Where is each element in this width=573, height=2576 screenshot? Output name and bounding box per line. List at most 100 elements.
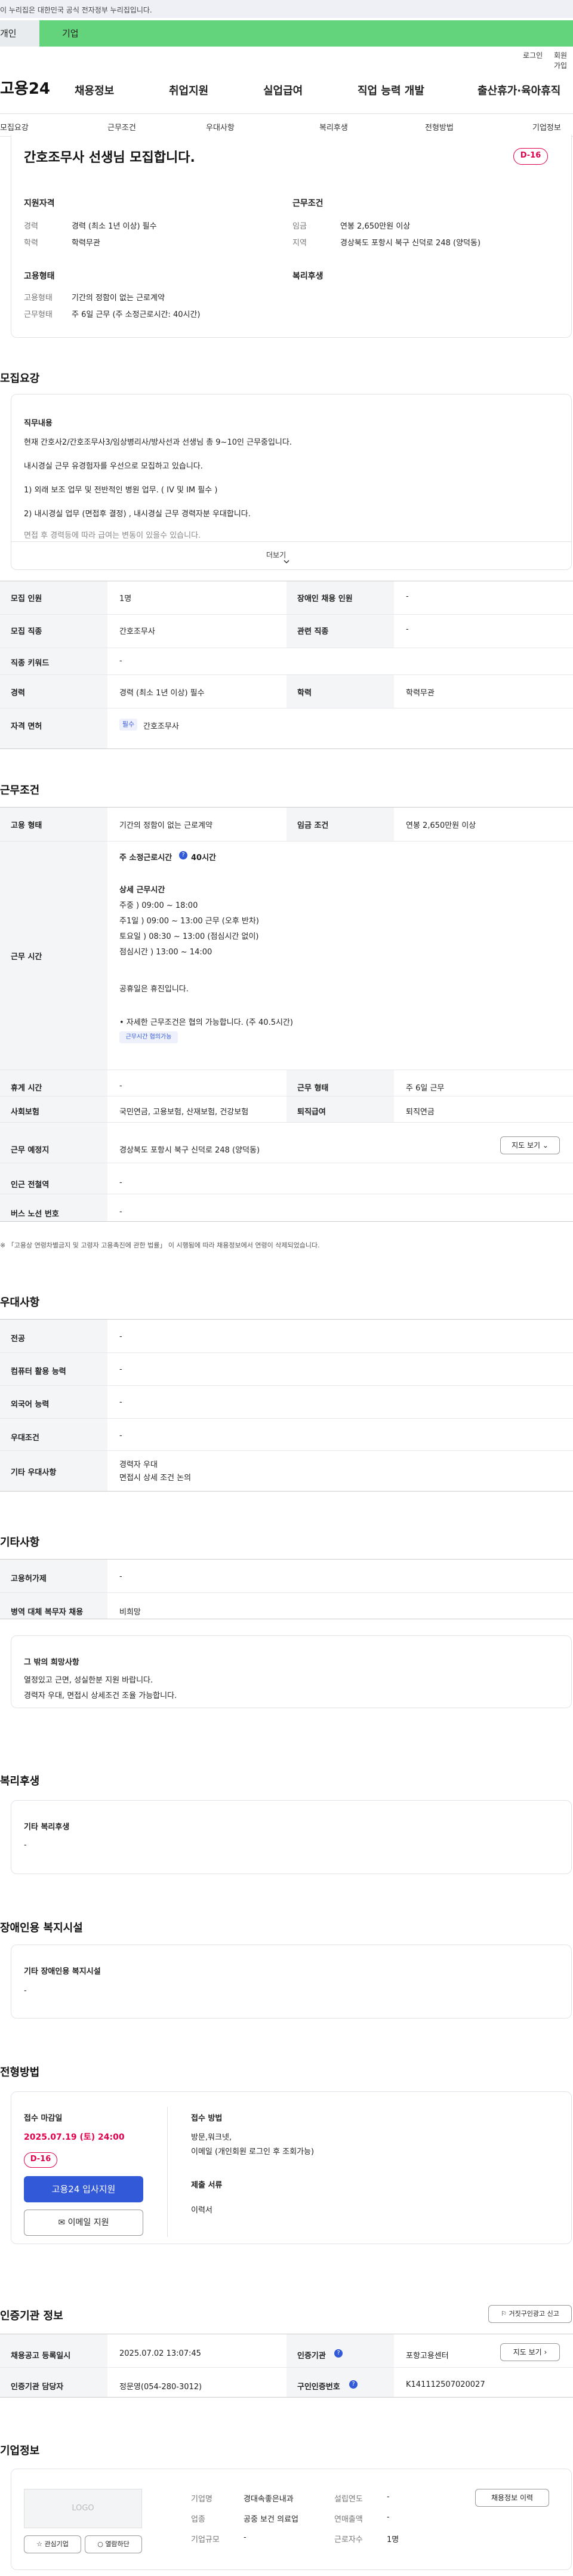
map-button[interactable]: 지도 보기 ⌄ xyxy=(500,1136,560,1154)
anchor-company[interactable]: 기업정보 xyxy=(532,121,561,133)
info-icon[interactable]: ? xyxy=(334,2349,343,2358)
section-conditions-title: 근무조건 xyxy=(0,784,40,797)
cond-value: 경상북도 포항시 북구 신덕로 248 (양덕동) xyxy=(340,239,481,248)
favorite-label: 관심기업 xyxy=(44,2540,69,2548)
welfare-card xyxy=(11,1800,572,1874)
company-value: - xyxy=(387,2492,390,2501)
gnb-item-employment-support[interactable]: 취업지원 xyxy=(169,82,208,98)
row-value: - xyxy=(119,1178,122,1187)
anchor-recruit[interactable]: 모집요강 xyxy=(0,121,29,133)
detail-hours-title: 상세 근무시간 xyxy=(119,886,165,895)
anchor-welfare[interactable]: 복리후생 xyxy=(319,121,348,133)
gnb-item-parental-leave[interactable]: 출산휴가·육아휴직 xyxy=(478,82,560,98)
gnb-item-vocational-training[interactable]: 직업 능력 개발 xyxy=(358,82,424,98)
row-value: 기간의 정함이 없는 근로계약 xyxy=(119,821,212,830)
row-label: 근무 시간 xyxy=(11,953,42,962)
table-label-col xyxy=(0,808,107,1124)
follow-button[interactable]: ○ 열람하단 xyxy=(85,2535,142,2553)
row-value: 학력무관 xyxy=(406,689,435,698)
divider xyxy=(0,2397,573,2398)
info-icon[interactable]: ? xyxy=(349,2380,358,2389)
anchor-prefer[interactable]: 우대사항 xyxy=(206,121,235,133)
row-label: 자격 면허 xyxy=(11,722,42,731)
wish-line: 열정있고 근면, 성실한분 지원 바랍니다. xyxy=(24,1676,153,1685)
email-apply-button[interactable]: ✉ 이메일 지원 xyxy=(24,2210,143,2236)
row-label: 경력 xyxy=(11,689,25,698)
row-value: 비희망 xyxy=(119,1608,141,1617)
gnb-item-jobs[interactable]: 채용정보 xyxy=(75,82,114,98)
row-label: 임금 조건 xyxy=(297,821,329,830)
row-label: 컴퓨터 활용 능력 xyxy=(11,1367,66,1376)
row-label: 장애인 채용 인원 xyxy=(297,594,353,603)
row-value: - xyxy=(119,1332,122,1341)
divider xyxy=(0,1352,573,1353)
report-label: 거짓구인광고 신고 xyxy=(509,2310,559,2318)
divider xyxy=(167,2107,168,2237)
favorite-button[interactable]: ☆ 관심기업 xyxy=(24,2535,81,2553)
dday-badge: D-16 xyxy=(513,148,548,165)
row-value: - xyxy=(119,1572,122,1581)
login-link[interactable]: 로그인 xyxy=(523,50,543,60)
chevron-down-icon xyxy=(284,560,289,564)
job-description-card xyxy=(11,394,572,570)
row-value: - xyxy=(119,1365,122,1374)
row-value: - xyxy=(119,1081,122,1090)
more-label: 더보기 xyxy=(266,551,286,559)
section-company-title: 기업정보 xyxy=(0,2445,40,2457)
row-value: - xyxy=(119,657,122,665)
info-icon[interactable]: ? xyxy=(179,851,187,859)
row-label: 우대조건 xyxy=(11,1434,39,1443)
company-key: 기업명 xyxy=(191,2495,212,2504)
deadline-label: 접수 마감일 xyxy=(24,2114,63,2123)
row-value: 경력자 우대 면접시 상세 조건 논의 xyxy=(119,1460,192,1483)
row-value: 2025.07.02 13:07:45 xyxy=(119,2349,201,2358)
welfare-box-value: - xyxy=(24,1841,27,1850)
agency-map-button[interactable]: 지도 보기 › xyxy=(500,2343,560,2361)
emp-title: 고용형태 xyxy=(24,272,55,281)
divider xyxy=(11,541,571,542)
history-button[interactable]: 채용정보 이력 xyxy=(475,2489,549,2507)
divider xyxy=(0,614,573,615)
row-label: 채용공고 등록일시 xyxy=(11,2352,71,2361)
apply-button[interactable]: 고용24 입사지원 xyxy=(24,2176,143,2202)
row-label: 인증기관 xyxy=(297,2352,326,2361)
company-value: 1명 xyxy=(387,2535,399,2544)
emp-key: 고용형태 xyxy=(24,294,53,303)
report-button[interactable]: ⚐ 거짓구인광고 신고 xyxy=(488,2305,572,2323)
user-type-tabs: 개인 기업 xyxy=(0,20,573,47)
follow-label: 열람하단 xyxy=(105,2540,130,2548)
row-label: 학력 xyxy=(297,689,312,698)
weekly-hours-label: 주 소정근로시간 xyxy=(119,853,172,862)
qual-value: 경력 (최소 1년 이상) 필수 xyxy=(72,222,157,231)
job-title: 간호조무사 선생님 모집합니다. xyxy=(24,150,195,165)
row-value: - xyxy=(119,1431,122,1440)
row-label: 전공 xyxy=(11,1335,25,1344)
detail-hours-line: 주1일 ) 09:00 ~ 13:00 근무 (오후 반차) xyxy=(119,917,259,926)
docs-value: 이력서 xyxy=(191,2206,212,2215)
tab-personal[interactable]: 개인 xyxy=(0,20,39,47)
row-label: 모집 인원 xyxy=(11,594,42,603)
row-label: 사회보험 xyxy=(11,1108,39,1117)
gnb-item-unemployment-benefit[interactable]: 실업급여 xyxy=(263,82,303,98)
divider xyxy=(0,113,573,114)
signup-link[interactable]: 회원가입 xyxy=(554,50,573,70)
divider xyxy=(0,748,573,749)
tab-company[interactable]: 기업 xyxy=(39,20,573,47)
company-value: 경대속좋은내과 xyxy=(244,2495,294,2504)
cond-value: 연봉 2,650만원 이상 xyxy=(340,222,411,231)
divider xyxy=(0,1418,573,1419)
row-label: 휴게 시간 xyxy=(11,1084,42,1093)
anchor-screening[interactable]: 전형방법 xyxy=(425,121,454,133)
row-label: 퇴직급여 xyxy=(297,1108,326,1117)
company-key: 업종 xyxy=(191,2515,205,2524)
section-welfare-title: 복리후생 xyxy=(0,1775,40,1788)
row-label: 직종 키워드 xyxy=(11,659,50,668)
row-value: 정문영(054-280-3012) xyxy=(119,2383,202,2392)
more-button[interactable]: 더보기 xyxy=(266,550,286,560)
wish-line: 경력자 우대, 면접시 상세조건 조율 가능합니다. xyxy=(24,1691,177,1700)
row-value: 국민연금, 고용보험, 산재보험, 건강보험 xyxy=(119,1108,249,1117)
site-logo[interactable]: 고용24 xyxy=(0,76,50,98)
anchor-conditions[interactable]: 근무조건 xyxy=(107,121,136,133)
row-label: 병역 대체 복무자 채용 xyxy=(11,1608,84,1617)
deadline-value: 2025.07.19 (토) 24:00 xyxy=(24,2133,125,2142)
